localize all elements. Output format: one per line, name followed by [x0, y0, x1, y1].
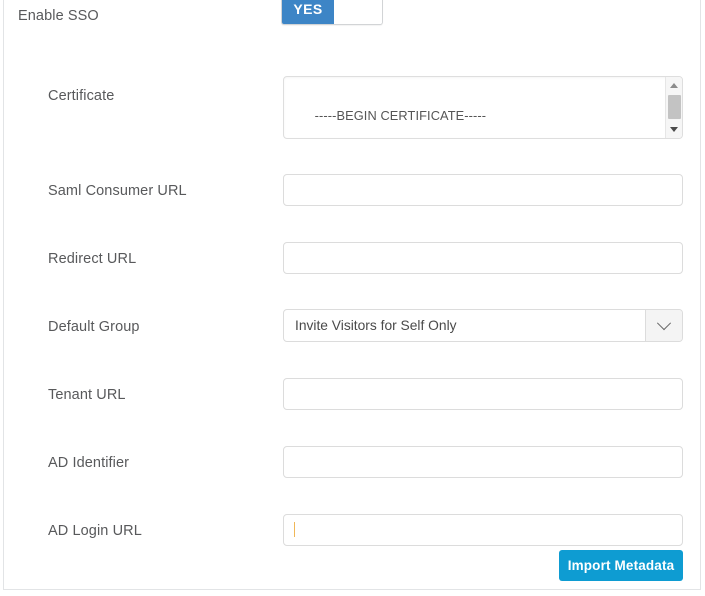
- saml-consumer-url-input[interactable]: [283, 174, 683, 206]
- triangle-up-icon[interactable]: [666, 78, 682, 93]
- ad-login-url-input[interactable]: [283, 514, 683, 546]
- certificate-text: -----BEGIN CERTIFICATE----- <Certificate…: [293, 84, 656, 138]
- default-group-selected-value: Invite Visitors for Self Only: [295, 318, 457, 333]
- triangle-down-icon[interactable]: [666, 122, 682, 137]
- toggle-yes-segment[interactable]: YES: [282, 0, 334, 24]
- certificate-begin-line: -----BEGIN CERTIFICATE-----: [314, 108, 487, 123]
- text-caret: [294, 522, 295, 537]
- ad-login-url-label: AD Login URL: [48, 523, 142, 539]
- ad-identifier-label: AD Identifier: [48, 455, 130, 471]
- certificate-textarea[interactable]: -----BEGIN CERTIFICATE----- <Certificate…: [283, 76, 683, 139]
- scrollbar-thumb[interactable]: [668, 95, 681, 119]
- saml-consumer-url-label: Saml Consumer URL: [48, 183, 187, 199]
- certificate-scrollbar[interactable]: [665, 77, 682, 138]
- import-metadata-button[interactable]: Import Metadata: [559, 550, 683, 581]
- ad-identifier-input[interactable]: [283, 446, 683, 478]
- default-group-label: Default Group: [48, 319, 140, 335]
- default-group-select[interactable]: Invite Visitors for Self Only: [283, 309, 683, 342]
- redirect-url-input[interactable]: [283, 242, 683, 274]
- certificate-label: Certificate: [48, 88, 115, 104]
- sso-settings-panel: Enable SSO YES Certificate -----BEGIN CE…: [0, 0, 705, 596]
- enable-sso-label: Enable SSO: [18, 8, 99, 24]
- enable-sso-toggle[interactable]: YES: [281, 0, 383, 25]
- redirect-url-label: Redirect URL: [48, 251, 137, 267]
- tenant-url-label: Tenant URL: [48, 387, 126, 403]
- tenant-url-input[interactable]: [283, 378, 683, 410]
- toggle-no-segment[interactable]: [334, 0, 382, 24]
- chevron-down-icon[interactable]: [645, 310, 682, 341]
